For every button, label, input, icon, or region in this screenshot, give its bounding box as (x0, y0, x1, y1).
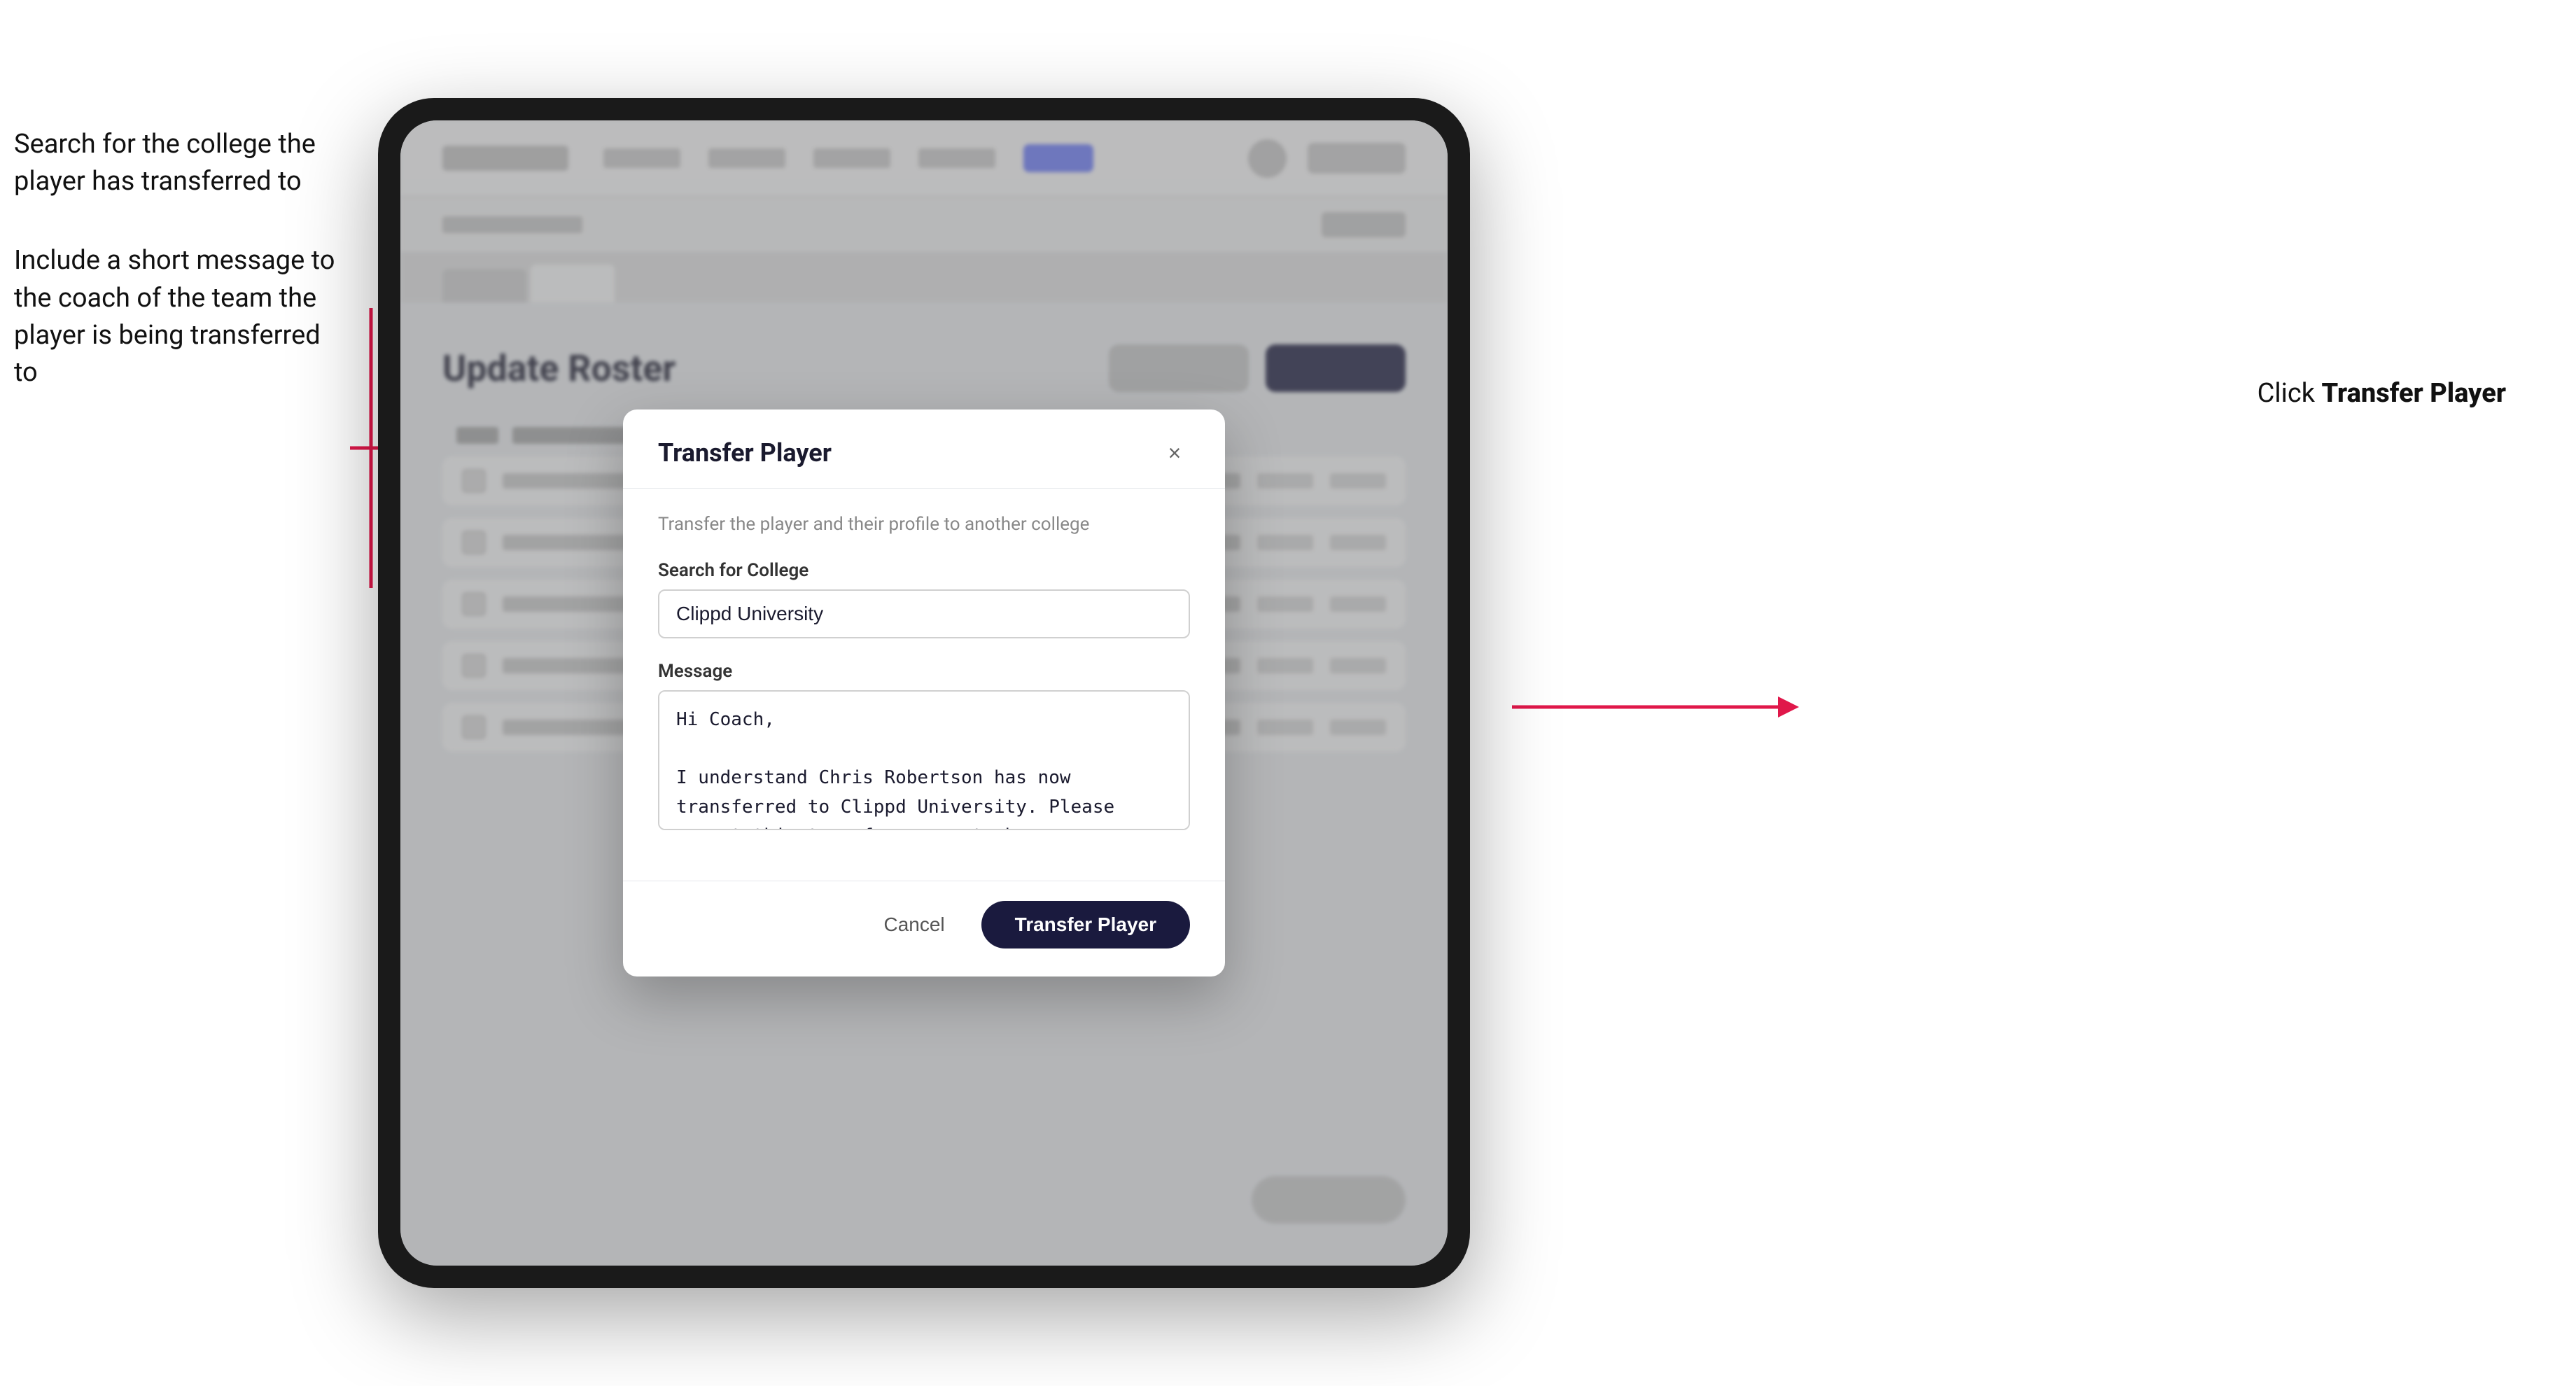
message-textarea[interactable] (658, 690, 1190, 830)
message-form-group: Message (658, 661, 1190, 833)
dialog-header: Transfer Player × (623, 410, 1225, 489)
ipad-frame: Update Roster (378, 98, 1470, 1288)
annotation-text-2: Include a short message to the coach of … (14, 242, 350, 391)
message-label: Message (658, 661, 1190, 682)
annotation-left: Search for the college the player has tr… (14, 126, 350, 433)
ipad-screen: Update Roster (400, 120, 1448, 1266)
dialog-close-button[interactable]: × (1159, 438, 1190, 468)
transfer-dialog: Transfer Player × Transfer the player an… (623, 410, 1225, 976)
dialog-subtitle: Transfer the player and their profile to… (658, 514, 1190, 535)
annotation-right: Click Transfer Player (2258, 378, 2506, 409)
annotation-right-bold: Transfer Player (2321, 378, 2506, 409)
annotation-right-prefix: Click (2258, 378, 2322, 409)
modal-overlay: Transfer Player × Transfer the player an… (400, 120, 1448, 1266)
dialog-footer: Cancel Transfer Player (623, 881, 1225, 976)
cancel-button[interactable]: Cancel (864, 902, 964, 947)
college-form-group: Search for College (658, 560, 1190, 638)
annotation-text-1: Search for the college the player has tr… (14, 126, 350, 200)
dialog-body: Transfer the player and their profile to… (623, 489, 1225, 881)
transfer-player-button[interactable]: Transfer Player (981, 901, 1190, 948)
college-label: Search for College (658, 560, 1190, 581)
dialog-title: Transfer Player (658, 438, 832, 468)
college-input[interactable] (658, 589, 1190, 638)
